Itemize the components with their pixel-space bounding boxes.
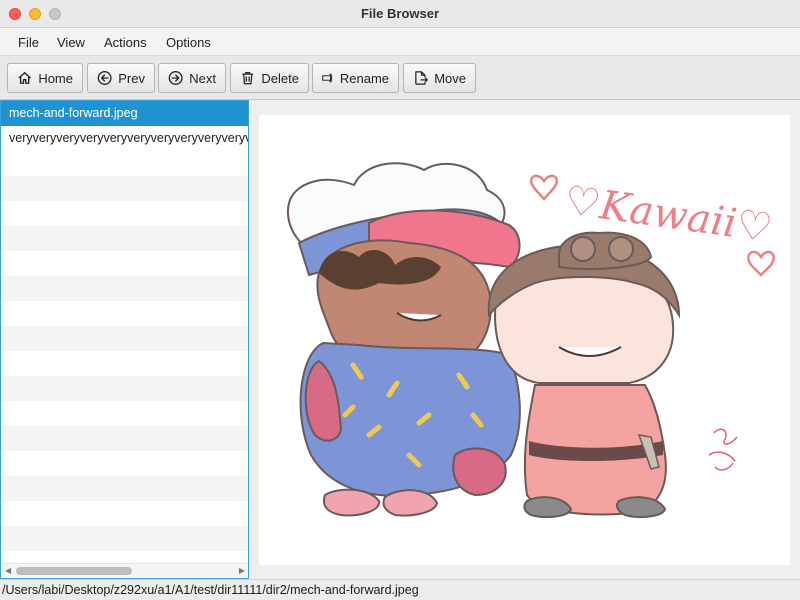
heart-doodle [747, 250, 775, 277]
trash-icon [242, 71, 254, 85]
empty-row [1, 276, 248, 301]
scrollbar-thumb[interactable] [16, 567, 132, 575]
image-preview-pane: ♡Kawaii♡ [249, 100, 800, 579]
empty-row [1, 526, 248, 551]
move-file-icon [415, 71, 428, 85]
rename-button-label: Rename [339, 70, 389, 86]
file-list-item[interactable]: mech-and-forward.jpeg [1, 101, 248, 126]
menu-view[interactable]: View [57, 35, 85, 50]
rename-button[interactable]: Rename [312, 63, 399, 93]
left-character [286, 162, 521, 517]
window-title: File Browser [360, 6, 440, 21]
scroll-left-icon[interactable]: ◀ [5, 566, 11, 575]
empty-row [1, 426, 248, 451]
delete-button[interactable]: Delete [230, 63, 309, 93]
home-button[interactable]: Home [7, 63, 83, 93]
arrow-left-circle-icon [97, 71, 112, 85]
empty-row [1, 176, 248, 201]
title-bar: File Browser [0, 0, 800, 28]
rename-icon [322, 73, 333, 83]
file-list-item[interactable]: veryveryveryveryveryveryveryveryveryvery… [1, 126, 248, 151]
home-icon [18, 72, 31, 84]
toolbar: Home Prev Next Delete Rename Move [0, 56, 800, 100]
right-character [487, 231, 681, 518]
horizontal-scrollbar[interactable]: ◀ ▶ [2, 563, 248, 577]
prev-button-label: Prev [118, 70, 145, 86]
home-button-label: Home [38, 70, 73, 86]
scroll-right-icon[interactable]: ▶ [239, 566, 245, 575]
delete-button-label: Delete [261, 70, 299, 86]
file-list[interactable]: mech-and-forward.jpeg veryveryveryveryve… [0, 100, 249, 579]
menu-file[interactable]: File [18, 35, 39, 50]
empty-row [1, 376, 248, 401]
empty-row [1, 226, 248, 251]
menu-options[interactable]: Options [166, 35, 211, 50]
next-button-label: Next [189, 70, 216, 86]
chibi-illustration: ♡Kawaii♡ [286, 162, 775, 518]
move-button[interactable]: Move [403, 63, 476, 93]
prev-button[interactable]: Prev [87, 63, 155, 93]
menu-bar: File View Actions Options [0, 28, 800, 56]
move-button-label: Move [434, 70, 466, 86]
artist-signature [708, 428, 738, 471]
arrow-right-circle-icon [168, 71, 183, 85]
empty-row [1, 326, 248, 351]
status-bar-path: /Users/labi/Desktop/z292xu/a1/A1/test/di… [0, 579, 800, 600]
next-button[interactable]: Next [158, 63, 226, 93]
image-preview: ♡Kawaii♡ [259, 115, 790, 565]
empty-row [1, 476, 248, 501]
menu-actions[interactable]: Actions [104, 35, 147, 50]
